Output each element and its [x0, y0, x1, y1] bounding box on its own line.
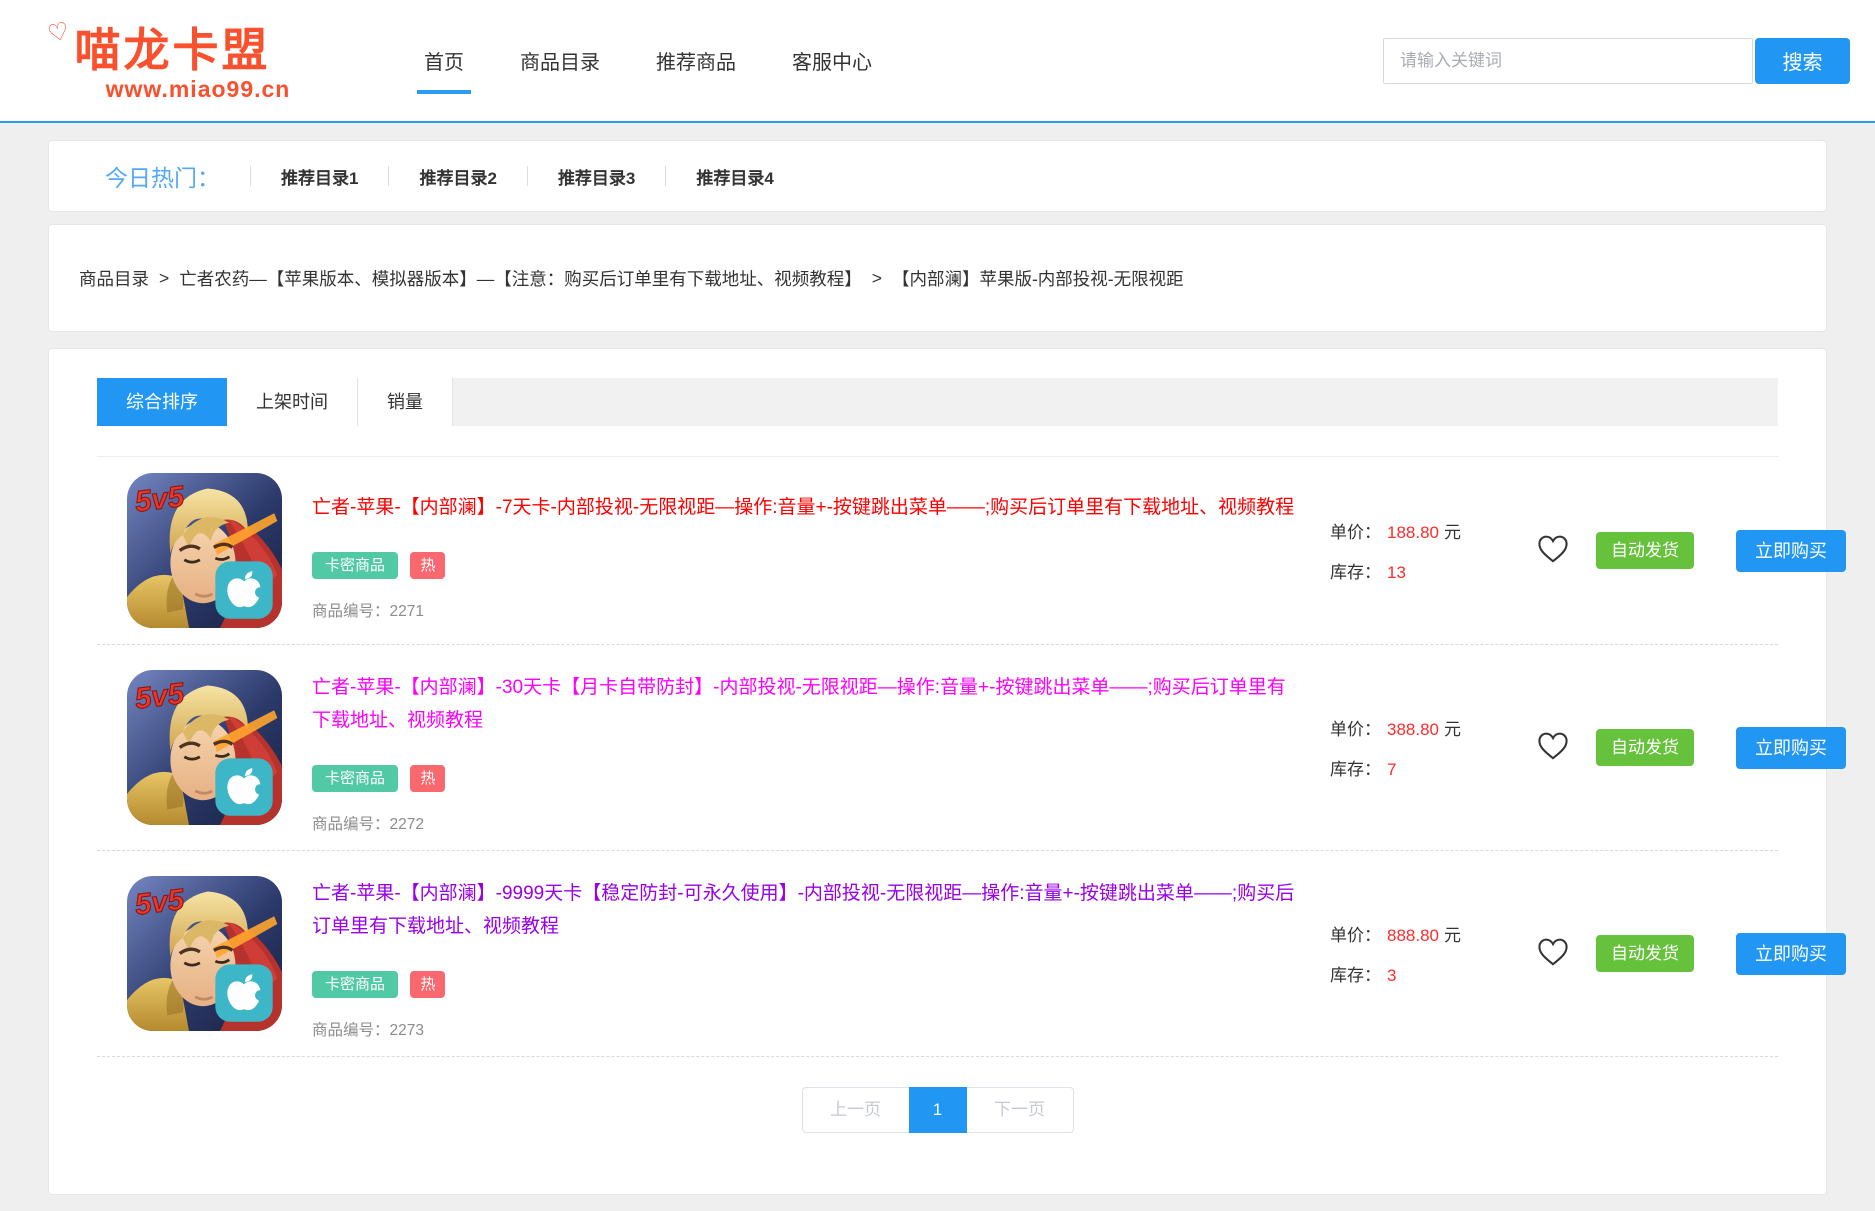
- heart-icon: ♡: [45, 18, 75, 47]
- product-info: 亡者-苹果-【内部澜】-30天卡【月卡自带防封】-内部投视-无限视距—操作:音量…: [312, 661, 1297, 834]
- nav-item-catalog[interactable]: 商品目录: [520, 0, 600, 121]
- nav-item-recommended[interactable]: 推荐商品: [656, 0, 736, 121]
- icon-5v5-badge: 5v5: [133, 677, 186, 716]
- hot-catalog-link-2[interactable]: 推荐目录2: [419, 164, 496, 189]
- unit-price: 单价：188.80元: [1330, 518, 1535, 543]
- tag-card-product: 卡密商品: [312, 552, 398, 579]
- product-tags: 卡密商品 热: [312, 971, 1297, 998]
- buy-now-button[interactable]: 立即购买: [1736, 530, 1846, 572]
- product-sku: 商品编号：2272: [312, 812, 1297, 834]
- tag-card-product: 卡密商品: [312, 765, 398, 792]
- logo-title: ♡喵龙卡盟: [48, 21, 348, 73]
- product-game-icon[interactable]: 5v5: [127, 670, 282, 825]
- stock-value: 3: [1387, 966, 1396, 985]
- today-hot-label: 今日热门：: [105, 159, 220, 193]
- icon-5v5-badge: 5v5: [133, 883, 186, 922]
- search-input[interactable]: [1383, 38, 1753, 84]
- stock: 库存：7: [1330, 755, 1535, 780]
- product-row: 5v5 亡者-苹果-【内部澜】-30天卡【月卡自带防封】-内部投视-无限视距—操…: [97, 645, 1778, 851]
- price-value: 388.80: [1387, 720, 1439, 739]
- site-logo[interactable]: ♡喵龙卡盟 www.miao99.cn: [48, 21, 348, 101]
- price-value: 888.80: [1387, 926, 1439, 945]
- divider: [527, 166, 528, 186]
- hot-catalog-link-3[interactable]: 推荐目录3: [558, 164, 635, 189]
- favorite-heart-icon[interactable]: [1535, 731, 1571, 765]
- auto-ship-badge: 自动发货: [1596, 729, 1694, 766]
- unit-price: 单价：388.80元: [1330, 715, 1535, 740]
- sort-tabs: 综合排序 上架时间 销量: [97, 378, 1778, 426]
- stock: 库存：13: [1330, 558, 1535, 583]
- product-tags: 卡密商品 热: [312, 552, 1297, 579]
- product-tags: 卡密商品 热: [312, 765, 1297, 792]
- nav-item-home[interactable]: 首页: [424, 0, 464, 121]
- favorite-heart-icon[interactable]: [1535, 534, 1571, 568]
- unit-price: 单价：888.80元: [1330, 921, 1535, 946]
- auto-ship-badge: 自动发货: [1596, 935, 1694, 972]
- buy-now-button[interactable]: 立即购买: [1736, 727, 1846, 769]
- divider: [388, 166, 389, 186]
- icon-5v5-badge: 5v5: [133, 480, 186, 519]
- price-block: 单价：888.80元 库存：3: [1330, 921, 1535, 986]
- product-list: 5v5 亡者-苹果-【内部澜】-7天卡-内部投视-无限视距—操作:音量+-按键跳…: [97, 456, 1778, 1057]
- divider: [250, 166, 251, 186]
- breadcrumb-item-current[interactable]: 【内部澜】苹果版-内部投视-无限视距: [892, 266, 1184, 291]
- pagination-prev-button[interactable]: 上一页: [802, 1087, 909, 1133]
- price-block: 单价：388.80元 库存：7: [1330, 715, 1535, 780]
- buy-now-button[interactable]: 立即购买: [1736, 933, 1846, 975]
- product-list-panel: 综合排序 上架时间 销量: [48, 348, 1827, 1195]
- product-row: 5v5 亡者-苹果-【内部澜】-9999天卡【稳定防封-可永久使用】-内部投视-…: [97, 851, 1778, 1057]
- product-sku: 商品编号：2273: [312, 1018, 1297, 1040]
- search-button[interactable]: 搜索: [1755, 38, 1850, 84]
- search-bar: 搜索: [1383, 38, 1850, 84]
- product-title[interactable]: 亡者-苹果-【内部澜】-30天卡【月卡自带防封】-内部投视-无限视距—操作:音量…: [312, 671, 1297, 737]
- product-info: 亡者-苹果-【内部澜】-9999天卡【稳定防封-可永久使用】-内部投视-无限视距…: [312, 867, 1297, 1040]
- stock-value: 7: [1387, 760, 1396, 779]
- main-nav: 首页 商品目录 推荐商品 客服中心: [396, 0, 900, 121]
- pagination-next-button[interactable]: 下一页: [967, 1087, 1074, 1133]
- nav-item-support[interactable]: 客服中心: [792, 0, 872, 121]
- product-info: 亡者-苹果-【内部澜】-7天卡-内部投视-无限视距—操作:音量+-按键跳出菜单—…: [312, 481, 1297, 621]
- tag-card-product: 卡密商品: [312, 971, 398, 998]
- tab-sort-listing-time[interactable]: 上架时间: [227, 378, 358, 426]
- product-sku-value: 2272: [390, 816, 424, 833]
- product-game-icon[interactable]: 5v5: [127, 473, 282, 628]
- price-block: 单价：188.80元 库存：13: [1330, 518, 1535, 583]
- price-value: 188.80: [1387, 523, 1439, 542]
- favorite-heart-icon[interactable]: [1535, 937, 1571, 971]
- breadcrumb-separator: >: [872, 268, 882, 289]
- pagination-page-1[interactable]: 1: [909, 1087, 967, 1133]
- auto-ship-badge: 自动发货: [1596, 532, 1694, 569]
- site-header: ♡喵龙卡盟 www.miao99.cn 首页 商品目录 推荐商品 客服中心 搜索: [0, 0, 1875, 123]
- breadcrumb: 商品目录 > 亡者农药—【苹果版本、模拟器版本】—【注意：购买后订单里有下载地址…: [48, 224, 1827, 332]
- product-title[interactable]: 亡者-苹果-【内部澜】-9999天卡【稳定防封-可永久使用】-内部投视-无限视距…: [312, 877, 1297, 943]
- breadcrumb-item-category[interactable]: 亡者农药—【苹果版本、模拟器版本】—【注意：购买后订单里有下载地址、视频教程】: [179, 266, 862, 291]
- tag-hot: 热: [410, 971, 445, 998]
- stock: 库存：3: [1330, 961, 1535, 986]
- product-row: 5v5 亡者-苹果-【内部澜】-7天卡-内部投视-无限视距—操作:音量+-按键跳…: [97, 457, 1778, 645]
- hot-catalog-link-1[interactable]: 推荐目录1: [281, 164, 358, 189]
- product-game-icon[interactable]: 5v5: [127, 876, 282, 1031]
- product-sku-value: 2273: [390, 1022, 424, 1039]
- breadcrumb-separator: >: [159, 268, 169, 289]
- today-hot-bar: 今日热门： 推荐目录1 推荐目录2 推荐目录3 推荐目录4: [48, 140, 1827, 212]
- tag-hot: 热: [410, 552, 445, 579]
- logo-url: www.miao99.cn: [48, 78, 348, 101]
- product-sku: 商品编号：2271: [312, 599, 1297, 621]
- breadcrumb-item-catalog[interactable]: 商品目录: [79, 266, 149, 291]
- product-sku-value: 2271: [390, 603, 424, 620]
- tag-hot: 热: [410, 765, 445, 792]
- tab-sort-sales[interactable]: 销量: [358, 378, 453, 426]
- hot-catalog-link-4[interactable]: 推荐目录4: [696, 164, 773, 189]
- divider: [665, 166, 666, 186]
- stock-value: 13: [1387, 563, 1406, 582]
- product-title[interactable]: 亡者-苹果-【内部澜】-7天卡-内部投视-无限视距—操作:音量+-按键跳出菜单—…: [312, 491, 1297, 524]
- tab-sort-comprehensive[interactable]: 综合排序: [97, 378, 227, 426]
- pagination: 上一页 1 下一页: [97, 1087, 1778, 1133]
